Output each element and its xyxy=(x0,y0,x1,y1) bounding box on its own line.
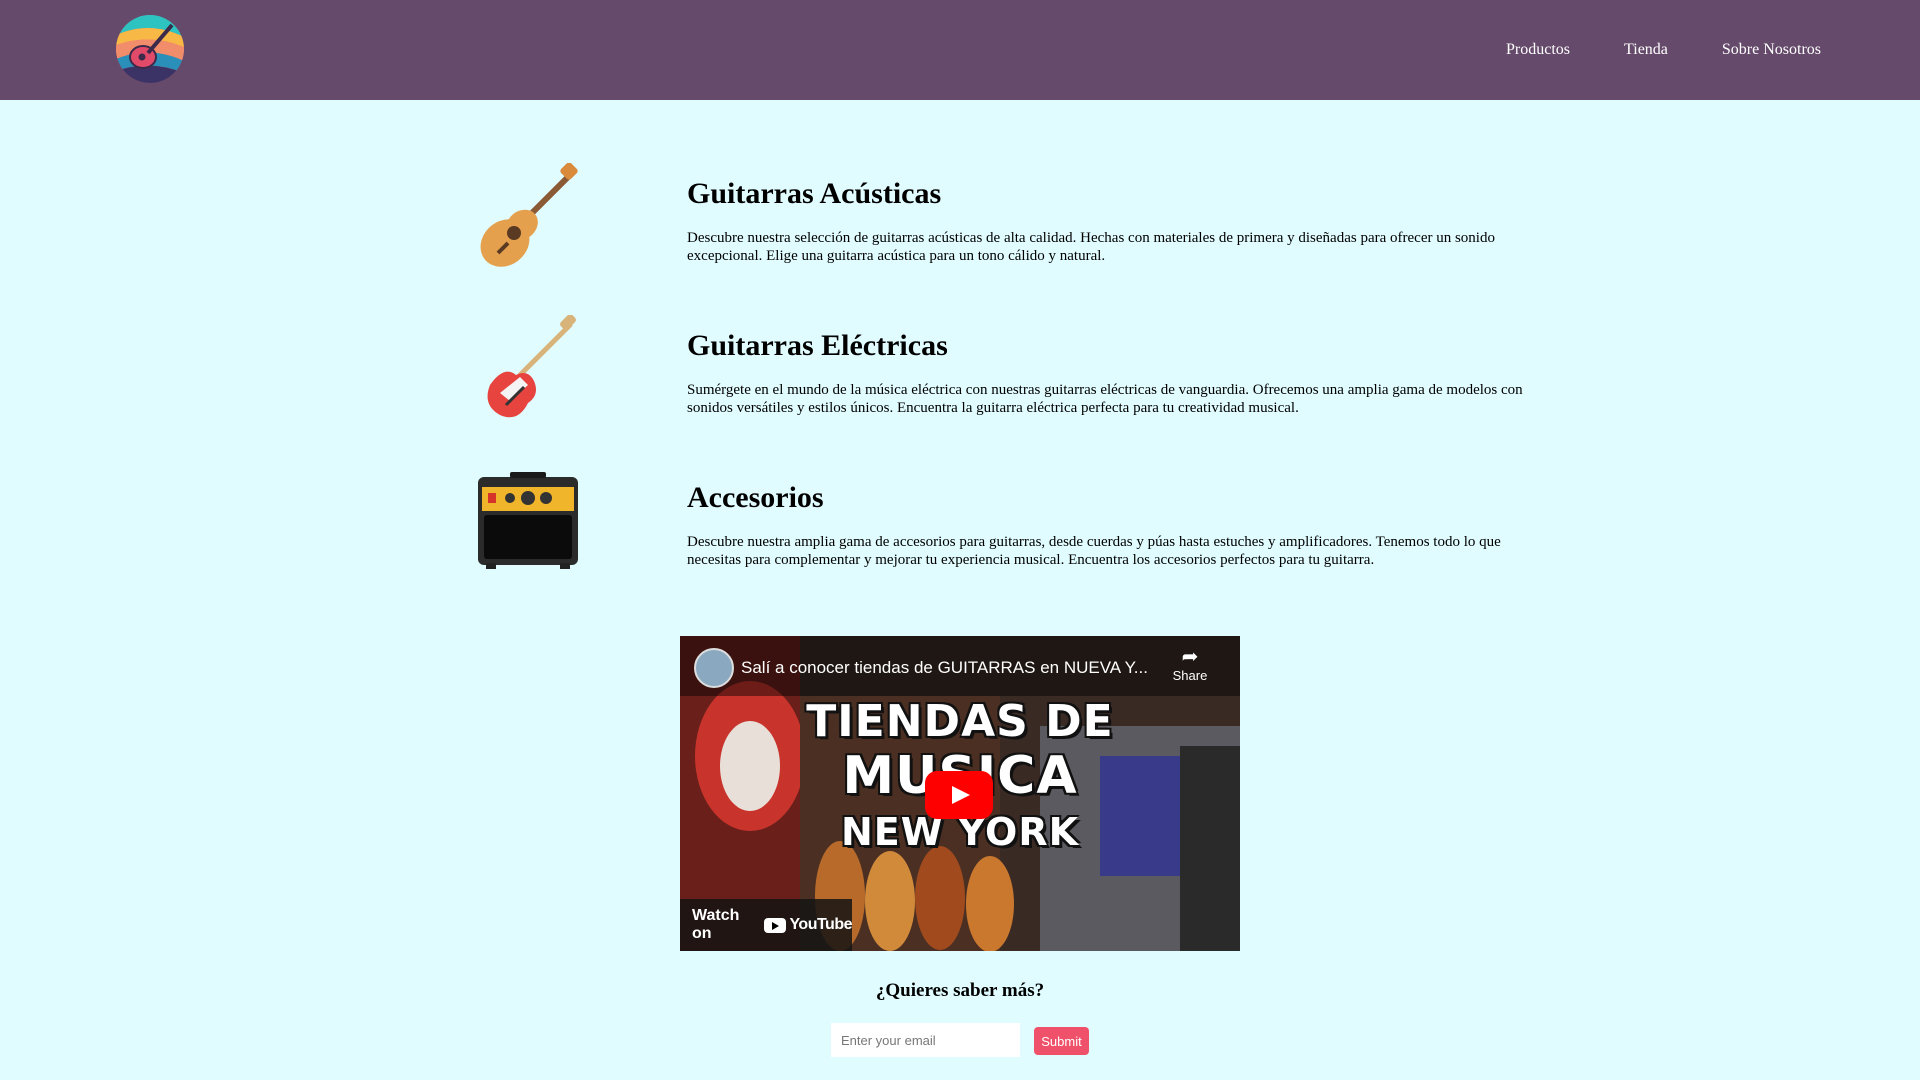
share-button[interactable]: ➦ Share xyxy=(1168,646,1212,683)
youtube-play-icon xyxy=(764,917,787,933)
thumbnail-text-line1: TIENDAS DE xyxy=(806,696,1114,747)
nav-tienda[interactable]: Tienda xyxy=(1624,41,1668,59)
play-button[interactable] xyxy=(925,771,993,819)
amplifier-icon xyxy=(470,467,580,577)
product-section-electric: Guitarras Eléctricas Sumérgete en el mun… xyxy=(470,314,1540,425)
youtube-video-embed[interactable]: Salí a conocer tiendas de GUITARRAS en N… xyxy=(680,636,1240,951)
share-label: Share xyxy=(1172,668,1208,683)
nav-sobre-nosotros[interactable]: Sobre Nosotros xyxy=(1722,41,1821,59)
youtube-logo: YouTube xyxy=(764,916,852,934)
top-navbar: Productos Tienda Sobre Nosotros xyxy=(0,0,1920,100)
nav-productos[interactable]: Productos xyxy=(1506,41,1570,59)
product-title: Accesorios xyxy=(687,481,824,514)
watch-on-youtube-button[interactable]: Watch on YouTube xyxy=(680,899,852,951)
submit-button[interactable]: Submit xyxy=(1034,1027,1089,1055)
video-title[interactable]: Salí a conocer tiendas de GUITARRAS en N… xyxy=(741,658,1148,678)
acoustic-guitar-icon xyxy=(470,162,580,273)
product-description: Descubre nuestra amplia gama de accesori… xyxy=(687,534,1501,568)
channel-avatar[interactable] xyxy=(694,648,734,688)
logo-icon[interactable] xyxy=(116,15,184,83)
electric-guitar-icon xyxy=(470,314,580,425)
main-nav: Productos Tienda Sobre Nosotros xyxy=(1506,0,1821,100)
watch-on-label: Watch on xyxy=(692,907,740,942)
product-section-accessories: Accesorios Descubre nuestra amplia gama … xyxy=(470,467,1540,577)
product-title: Guitarras Eléctricas xyxy=(687,329,948,362)
newsletter-heading: ¿Quieres saber más? xyxy=(875,980,1045,1001)
product-description: Sumérgete en el mundo de la música eléct… xyxy=(687,382,1523,416)
share-icon: ➦ xyxy=(1181,646,1199,668)
product-section-acoustic: Guitarras Acústicas Descubre nuestra sel… xyxy=(470,162,1540,273)
youtube-label: YouTube xyxy=(789,916,852,933)
product-title: Guitarras Acústicas xyxy=(687,177,942,210)
product-description: Descubre nuestra selección de guitarras … xyxy=(687,230,1495,264)
email-input[interactable] xyxy=(831,1023,1020,1057)
